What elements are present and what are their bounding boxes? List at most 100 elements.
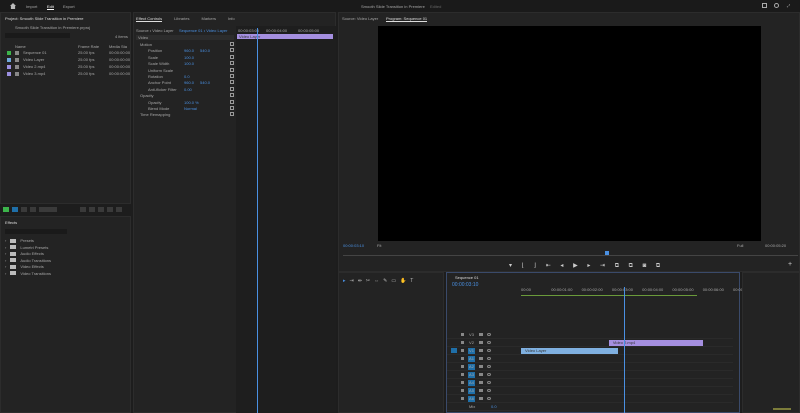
new-item-icon[interactable]: [107, 207, 113, 213]
chevron-right-icon[interactable]: ›: [5, 238, 6, 243]
program-timecode[interactable]: 00:00:03:10: [343, 243, 364, 248]
effects-search-input[interactable]: [5, 229, 67, 234]
lock-icon[interactable]: [461, 341, 464, 344]
home-icon[interactable]: [10, 3, 16, 9]
track-label[interactable]: A5: [468, 388, 475, 394]
list-item[interactable]: Sequence 01 25.00 fps 00:00:00:00: [1, 49, 131, 56]
pencil-icon[interactable]: [3, 207, 9, 213]
ec-mini-timeline[interactable]: 00:00:03:00 00:00:04:00 00:00:05:00 Vide…: [236, 26, 336, 413]
lock-icon[interactable]: [461, 349, 464, 352]
ec-clip[interactable]: Video Layer: [237, 34, 333, 39]
list-view-icon[interactable]: [12, 207, 18, 213]
lock-icon[interactable]: [461, 381, 464, 384]
tab-program[interactable]: Program: Sequence 01: [386, 16, 428, 22]
eye-icon[interactable]: [487, 365, 491, 368]
ripple-edit-tool-icon[interactable]: ⇹: [358, 278, 362, 284]
eye-icon[interactable]: [487, 397, 491, 400]
ec-playhead[interactable]: [257, 28, 258, 413]
share-icon[interactable]: [774, 3, 779, 8]
reset-icon[interactable]: [230, 42, 234, 46]
reset-icon[interactable]: [230, 61, 234, 66]
timeline-playhead[interactable]: [623, 287, 625, 413]
track-label[interactable]: A3: [468, 372, 475, 378]
reset-icon[interactable]: [230, 86, 234, 91]
sync-icon[interactable]: [479, 389, 483, 392]
sync-icon[interactable]: [479, 341, 483, 344]
reset-icon[interactable]: [230, 93, 234, 98]
lock-icon[interactable]: [461, 333, 464, 336]
track-label[interactable]: V3: [468, 332, 475, 338]
reset-icon[interactable]: [230, 67, 234, 72]
tab-source[interactable]: Source: Video Layer: [342, 16, 378, 21]
reset-icon[interactable]: [230, 112, 234, 117]
reset-icon[interactable]: [230, 54, 234, 59]
tab-export[interactable]: Export: [63, 4, 75, 9]
timeline-clip[interactable]: Video Layer: [521, 348, 618, 354]
lock-icon[interactable]: [461, 397, 464, 400]
slip-tool-icon[interactable]: ⇔: [374, 278, 379, 284]
ec-tab[interactable]: Effect Controls: [136, 16, 163, 22]
chevron-right-icon[interactable]: ›: [5, 271, 6, 276]
pen-tool-icon[interactable]: ✎: [383, 278, 387, 284]
reset-icon[interactable]: [230, 48, 234, 53]
eye-icon[interactable]: [487, 381, 491, 384]
track-label[interactable]: A2: [468, 364, 475, 370]
sync-icon[interactable]: [479, 349, 483, 352]
reset-icon[interactable]: [230, 80, 234, 85]
track-label[interactable]: V2: [468, 340, 475, 346]
scrub-bar[interactable]: [343, 255, 798, 256]
ec-tab[interactable]: Markers: [202, 16, 216, 21]
new-bin-icon[interactable]: [98, 207, 104, 213]
icon-view-icon[interactable]: [21, 207, 27, 213]
timeline-tab[interactable]: Sequence 01: [455, 275, 479, 280]
project-search-input[interactable]: [5, 33, 70, 38]
eye-icon[interactable]: [487, 389, 491, 392]
zoom-slider[interactable]: [39, 207, 57, 213]
chevron-right-icon[interactable]: ›: [5, 245, 6, 250]
track-label[interactable]: A6: [468, 396, 475, 402]
list-item[interactable]: Video Layer 25.00 fps 00:00:00:00: [1, 56, 131, 63]
lock-icon[interactable]: [461, 389, 464, 392]
mix-value[interactable]: 0.0: [491, 404, 497, 409]
sync-icon[interactable]: [479, 333, 483, 336]
track-label[interactable]: V1: [468, 348, 475, 354]
video-preview[interactable]: [378, 26, 761, 241]
eye-icon[interactable]: [487, 373, 491, 376]
ec-tab[interactable]: Libraries: [174, 16, 189, 21]
rectangle-tool-icon[interactable]: ▭: [391, 278, 396, 284]
sync-icon[interactable]: [479, 381, 483, 384]
effect-property[interactable]: Time Remapping: [134, 111, 234, 118]
sync-icon[interactable]: [479, 373, 483, 376]
timeline-clip[interactable]: Video 2.mp4: [608, 340, 703, 346]
chevron-right-icon[interactable]: ›: [5, 264, 6, 269]
razor-tool-icon[interactable]: ✂: [366, 278, 370, 284]
quality-select[interactable]: Full: [737, 243, 743, 248]
list-item[interactable]: Video 2.mp4 25.00 fps 00:00:00:00: [1, 63, 131, 70]
freeform-view-icon[interactable]: [30, 207, 36, 213]
sync-icon[interactable]: [479, 365, 483, 368]
automate-icon[interactable]: [80, 207, 86, 213]
reset-icon[interactable]: [230, 74, 234, 78]
scrub-playhead[interactable]: [605, 251, 609, 255]
sync-icon[interactable]: [479, 357, 483, 360]
track-label[interactable]: A4: [468, 380, 475, 386]
sync-icon[interactable]: [479, 397, 483, 400]
lock-icon[interactable]: [461, 365, 464, 368]
selection-tool-icon[interactable]: ▸: [343, 278, 346, 284]
list-item[interactable]: Video 3.mp4 25.00 fps 00:00:00:00: [1, 70, 131, 77]
lock-icon[interactable]: [461, 373, 464, 376]
eye-icon[interactable]: [487, 357, 491, 360]
workspaces-icon[interactable]: [762, 3, 767, 8]
reset-icon[interactable]: [230, 106, 234, 110]
lock-icon[interactable]: [461, 357, 464, 360]
source-patch-v1[interactable]: [451, 348, 457, 353]
fit-select[interactable]: Fit: [377, 243, 381, 248]
effects-folder[interactable]: › Video Transitions: [1, 270, 131, 277]
hand-tool-icon[interactable]: ✋: [400, 278, 406, 284]
track-select-tool-icon[interactable]: ⇥: [350, 278, 354, 284]
type-tool-icon[interactable]: T: [410, 278, 413, 284]
track-label[interactable]: A1: [468, 356, 475, 362]
chevron-right-icon[interactable]: ›: [5, 251, 6, 256]
timeline-timecode[interactable]: 00:00:03:10: [452, 282, 478, 288]
tab-edit[interactable]: Edit: [47, 4, 54, 10]
